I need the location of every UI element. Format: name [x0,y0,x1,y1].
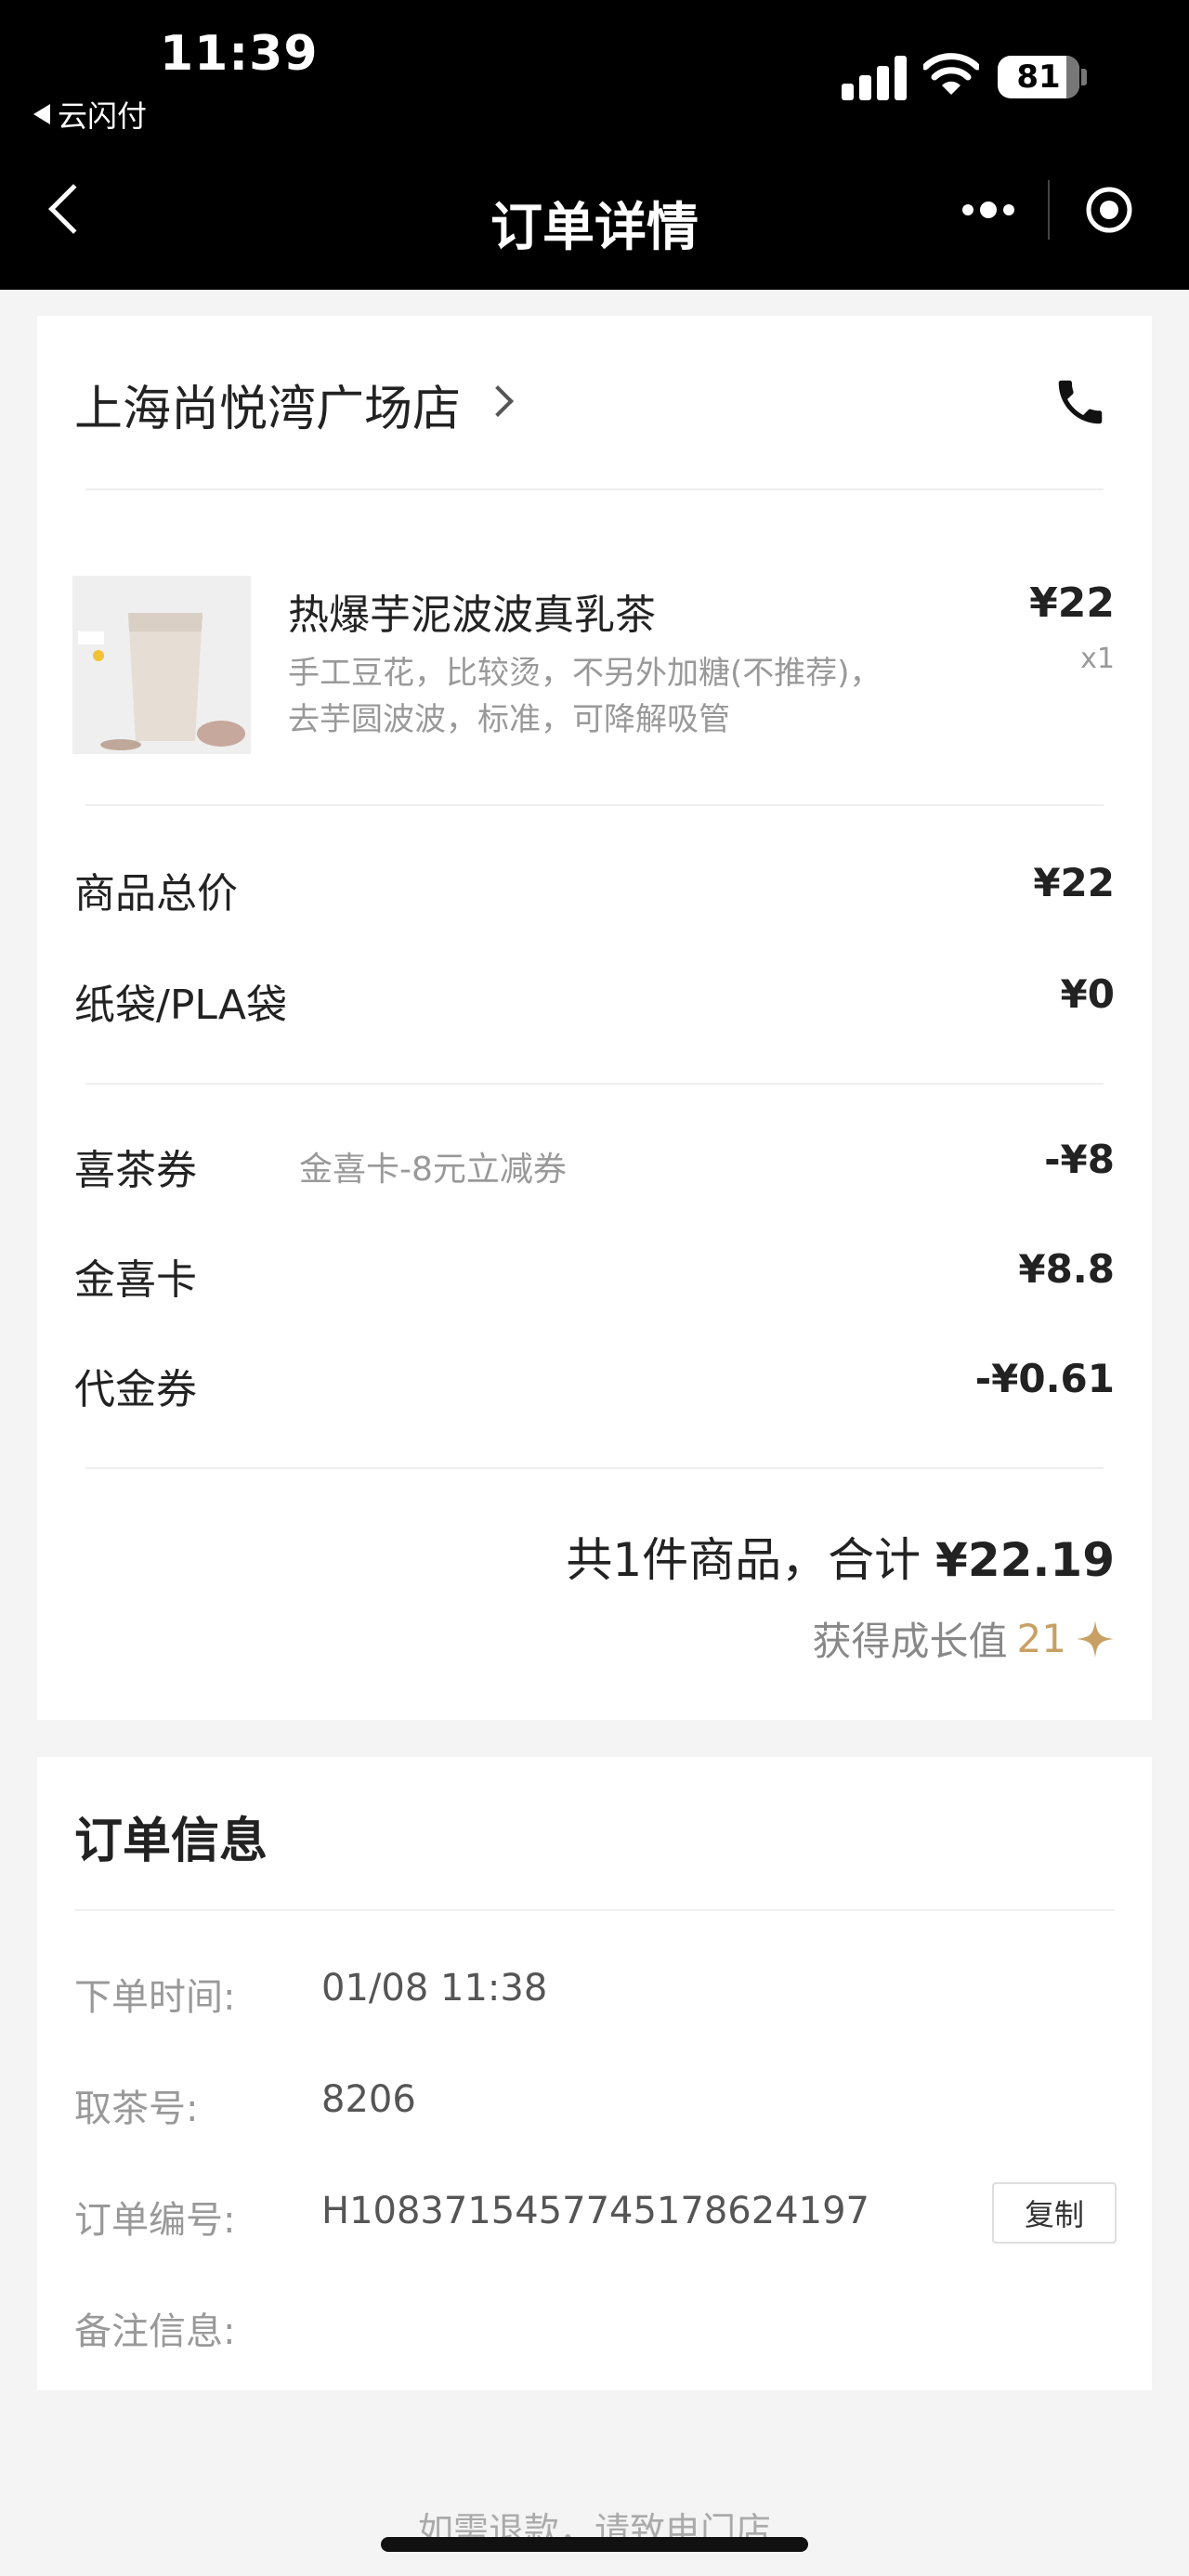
order-time-label: 下单时间: [74,1976,236,2019]
growth-value: 21 [1016,1616,1066,1661]
home-indicator[interactable] [381,2537,808,2552]
pickup-number-label: 取茶号: [74,2088,199,2130]
phone-icon[interactable] [1052,373,1109,431]
status-time: 11:39 [160,26,319,82]
back-triangle-icon [33,104,50,124]
top-bar: 11:39 云闪付 81 订单详情 [0,0,1189,290]
divider [74,1909,1115,1911]
coupon-value: -¥8 [1044,1137,1115,1182]
store-name[interactable]: 上海尚悦湾广场店 [74,370,461,439]
battery-tip [1081,69,1087,85]
order-number-value: H1083715457745178624197 [321,2190,869,2232]
order-number-label: 订单编号: [74,2199,236,2242]
growth-reward: 获得成长值 21 [813,1610,1115,1667]
divider [85,804,1104,806]
copy-button[interactable]: 复制 [992,2182,1117,2244]
bag-value: ¥0 [1060,971,1115,1017]
product-name: 热爆芋泥波波真乳茶 [288,592,656,639]
total-prefix: 共1件商品，合计 [566,1533,921,1587]
page-title: 订单详情 [490,198,699,258]
battery-level: 81 [1016,59,1061,96]
order-info-title: 订单信息 [74,1814,268,1869]
product-options-line: 手工豆花，比较烫，不另外加糖(不推荐)， [288,655,882,692]
close-miniprogram-icon[interactable] [1085,186,1133,234]
product-options-line: 去芋圆波波，标准，可降解吸管 [288,701,730,738]
goods-total-label: 商品总价 [74,870,238,917]
order-info-card: 订单信息 下单时间: 01/08 11:38 取茶号: 8206 订单编号: H… [37,1757,1152,2390]
sparkle-icon [1077,1620,1114,1658]
product-price: ¥22 [1029,579,1115,627]
product-image [72,576,251,754]
back-app-label: 云闪付 [58,98,148,134]
total-value: ¥22.19 [935,1533,1115,1587]
capsule-divider [1048,180,1050,240]
coupon-label: 喜茶券 [74,1147,197,1194]
cellular-signal-icon [842,54,907,100]
product-options: 手工豆花，比较烫，不另外加糖(不推荐)， 去芋圆波波，标准，可降解吸管 [288,650,957,743]
more-icon[interactable] [960,199,1016,221]
order-detail-card: 上海尚悦湾广场店 热爆芋泥波波真乳茶 手工豆花，比较烫，不另外加糖(不推荐)， … [37,316,1152,1720]
divider [85,1467,1104,1469]
pickup-number-value: 8206 [321,2078,416,2121]
gold-card-value: ¥8.8 [1018,1246,1115,1292]
growth-label: 获得成长值 [812,1619,1008,1664]
battery-indicator: 81 [998,56,1079,98]
product-quantity: x1 [1080,643,1115,675]
goods-total-value: ¥22 [1033,860,1115,905]
remark-label: 备注信息: [74,2310,236,2353]
back-to-app-link[interactable]: 云闪付 [33,93,147,136]
gold-card-label: 金喜卡 [74,1256,197,1304]
order-time-value: 01/08 11:38 [321,1967,548,2010]
order-total: 共1件商品，合计 ¥22.19 [566,1523,1115,1590]
bag-label: 纸袋/PLA袋 [74,982,287,1029]
coupon-desc: 金喜卡-8元立减券 [299,1151,567,1189]
wifi-icon [923,53,979,95]
divider [85,488,1104,490]
divider [85,1083,1104,1085]
chevron-right-icon[interactable] [482,385,514,417]
voucher-value: -¥0.61 [974,1356,1115,1401]
voucher-label: 代金券 [74,1366,197,1413]
